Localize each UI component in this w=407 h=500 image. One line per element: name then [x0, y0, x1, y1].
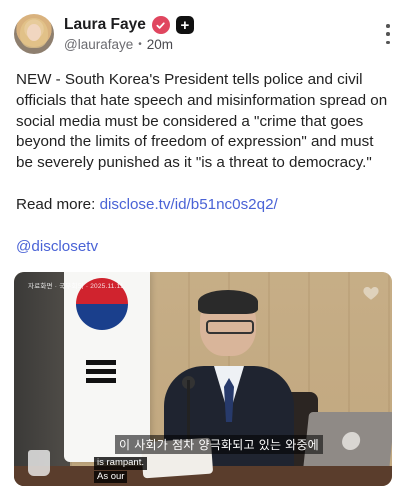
- post-video-thumbnail[interactable]: 자료화면 · 국무회의 · 2025.11.11. 이 사회가 점차 양극화되고…: [14, 272, 392, 486]
- subtitle-line: is rampant.: [94, 457, 147, 470]
- read-more-link[interactable]: disclose.tv/id/b51nc0s2q2/: [100, 196, 278, 213]
- subtitle-line: As our: [94, 470, 128, 483]
- mention-link[interactable]: @disclosetv: [16, 237, 394, 258]
- meta-separator: •: [138, 39, 142, 50]
- heart-icon[interactable]: [362, 284, 380, 302]
- author-display-name[interactable]: Laura Faye: [64, 16, 146, 34]
- author-name-row: Laura Faye +: [64, 16, 194, 34]
- avatar[interactable]: [14, 14, 54, 54]
- post-body: NEW - South Korea's President tells poli…: [16, 70, 394, 258]
- read-more-label: Read more:: [16, 195, 96, 213]
- post-text: NEW - South Korea's President tells poli…: [16, 71, 388, 172]
- subtitle-english: is rampant. As our: [94, 457, 147, 484]
- author-handle[interactable]: @laurafaye: [64, 37, 133, 52]
- subtitle-korean: 이 사회가 점차 양극화되고 있는 와중에: [115, 435, 323, 454]
- more-vertical-icon: [386, 24, 390, 28]
- video-watermark: 자료화면 · 국무회의 · 2025.11.11.: [28, 283, 126, 290]
- korean-flag-image: [64, 272, 150, 462]
- more-options-button[interactable]: [383, 24, 393, 44]
- author-meta: @laurafaye • 20m: [64, 37, 173, 52]
- read-more-line: Read more: disclose.tv/id/b51nc0s2q2/: [16, 195, 394, 216]
- post-timestamp: 20m: [146, 37, 174, 52]
- post-header: Laura Faye + @laurafaye • 20m: [14, 14, 393, 58]
- plus-badge-icon: +: [175, 16, 194, 34]
- verified-badge-icon: [151, 16, 170, 34]
